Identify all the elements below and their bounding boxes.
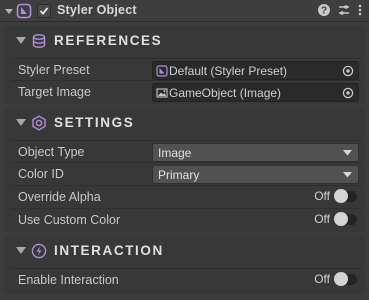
toggle-switch[interactable]	[334, 188, 357, 203]
object-type-dropdown[interactable]: Image	[152, 143, 359, 162]
component-enabled-checkbox[interactable]	[37, 4, 51, 18]
target-image-row: Target Image GameObject (Image)	[12, 80, 361, 102]
styler-preset-value: Default (Styler Preset)	[169, 64, 288, 78]
use-custom-color-toggle[interactable]: Off	[314, 211, 357, 226]
use-custom-color-row: Use Custom Color Off	[12, 208, 361, 230]
override-alpha-toggle[interactable]: Off	[314, 188, 357, 203]
references-title: REFERENCES	[54, 33, 163, 48]
chevron-down-icon	[16, 119, 26, 126]
database-icon	[32, 34, 46, 48]
object-type-value: Image	[158, 146, 192, 160]
settings-section-header[interactable]: SETTINGS	[4, 108, 365, 138]
lightning-icon	[31, 243, 47, 259]
styler-logo-icon	[16, 3, 32, 19]
color-id-row: Color ID Primary	[12, 162, 361, 184]
toggle-switch[interactable]	[334, 271, 357, 286]
override-alpha-row: Override Alpha Off	[12, 185, 361, 207]
chevron-down-icon	[16, 247, 26, 254]
foldout-arrow-icon[interactable]	[4, 6, 14, 16]
styler-preset-label: Styler Preset	[18, 63, 90, 77]
target-image-field[interactable]: GameObject (Image)	[152, 83, 359, 102]
context-menu-icon[interactable]	[357, 3, 363, 17]
toggle-knob	[334, 211, 348, 226]
use-custom-color-label: Use Custom Color	[18, 213, 121, 227]
settings-panel: SETTINGS Object Type Image Color ID Prim…	[4, 108, 365, 232]
target-image-label: Target Image	[18, 85, 91, 99]
image-component-icon	[156, 88, 168, 98]
component-header: Styler Object ?	[0, 0, 369, 22]
color-id-label: Color ID	[18, 167, 64, 181]
chevron-down-icon	[16, 37, 26, 44]
references-panel: REFERENCES Styler Preset Default (Styler…	[4, 26, 365, 104]
object-type-label: Object Type	[18, 145, 85, 159]
styler-preset-field[interactable]: Default (Styler Preset)	[152, 61, 359, 80]
styler-preset-row: Styler Preset Default (Styler Preset)	[12, 58, 361, 80]
checkmark-icon	[39, 7, 49, 15]
component-title: Styler Object	[57, 3, 137, 17]
presets-icon[interactable]	[337, 3, 351, 17]
enable-interaction-state: Off	[314, 272, 330, 286]
svg-text:?: ?	[321, 6, 327, 17]
interaction-panel: INTERACTION Enable Interaction Off	[4, 236, 365, 294]
toggle-knob	[334, 188, 348, 203]
settings-title: SETTINGS	[54, 115, 135, 130]
object-picker-icon[interactable]	[342, 87, 354, 99]
override-alpha-state: Off	[314, 189, 330, 203]
object-picker-icon[interactable]	[342, 65, 354, 77]
references-section-header[interactable]: REFERENCES	[4, 26, 365, 56]
toggle-knob	[334, 271, 348, 286]
color-id-value: Primary	[158, 168, 200, 182]
hexagon-gear-icon	[32, 115, 46, 131]
toggle-switch[interactable]	[334, 211, 357, 226]
interaction-title: INTERACTION	[54, 243, 164, 258]
enable-interaction-toggle[interactable]: Off	[314, 271, 357, 286]
dropdown-arrow-icon	[343, 172, 352, 178]
dropdown-arrow-icon	[343, 150, 352, 156]
help-icon[interactable]: ?	[317, 3, 331, 17]
object-type-row: Object Type Image	[12, 140, 361, 162]
color-id-dropdown[interactable]: Primary	[152, 165, 359, 184]
override-alpha-label: Override Alpha	[18, 190, 101, 204]
target-image-value: GameObject (Image)	[169, 86, 282, 100]
use-custom-color-state: Off	[314, 212, 330, 226]
enable-interaction-row: Enable Interaction Off	[12, 268, 361, 290]
styler-asset-icon	[156, 65, 168, 77]
interaction-section-header[interactable]: INTERACTION	[4, 236, 365, 266]
enable-interaction-label: Enable Interaction	[18, 273, 119, 287]
